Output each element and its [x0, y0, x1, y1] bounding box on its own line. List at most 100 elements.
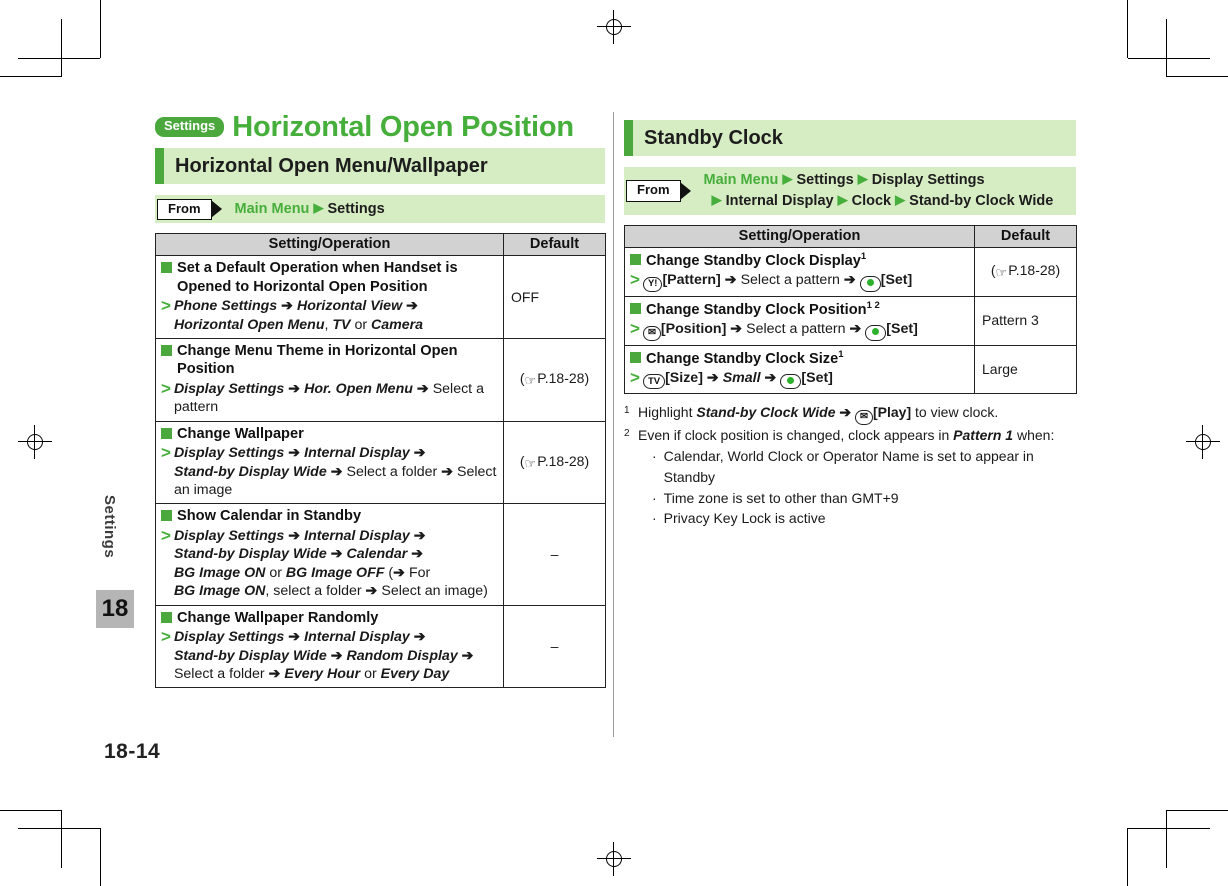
cell-default: – — [503, 503, 606, 606]
bullet-square-icon — [161, 510, 172, 522]
row-heading-text: Set a Default Operation when Handset is … — [177, 260, 458, 295]
row-heading-text: Change Wallpaper Randomly — [177, 609, 379, 626]
row-operation-text: ✉ [Position] ➔ Select a pattern ➔ [Set] — [642, 320, 969, 341]
left-column: Settings Horizontal Open Position Horizo… — [155, 111, 606, 689]
operation-marker-icon: > — [161, 525, 171, 545]
row-operation: > ✉ [Position] ➔ Select a pattern ➔ [Set] — [630, 320, 969, 341]
chevron-right-icon: ▶ — [837, 192, 848, 208]
crop-mark-bottom-left-inner-h — [18, 828, 100, 829]
row-operation: > Phone Settings ➔ Horizontal View ➔ Hori… — [161, 297, 498, 334]
row-heading: Change Menu Theme in Horizontal Open Pos… — [161, 342, 498, 379]
crop-mark-top-right-vertical — [1127, 0, 1128, 58]
from-path-main-menu: Main Menu — [234, 200, 310, 217]
right-spec-table: Setting/Operation Default Change Standby… — [624, 225, 1077, 395]
crop-mark-bottom-left-inner-v — [61, 810, 62, 868]
cell-default: (☞P.18-28) — [503, 420, 606, 505]
row-operation-text: Display Settings ➔ Internal Display ➔ Sta… — [173, 527, 488, 600]
table-header-row: Setting/Operation Default — [155, 233, 606, 257]
from-path-right: From Main Menu ▶ Settings ▶ Display Sett… — [624, 167, 1076, 216]
page-ref-hand-icon: ☞ — [524, 455, 537, 471]
from-badge: From — [626, 180, 691, 202]
footnote-ref: 1 — [860, 251, 867, 263]
cell-setting-operation: Change Standby Clock Display1 > Y! [Patte… — [624, 247, 975, 297]
table-header-row: Setting/Operation Default — [624, 225, 1077, 249]
row-operation: > Display Settings ➔ Internal Display ➔ S… — [161, 527, 498, 601]
crop-mark-bottom-left-vertical — [100, 828, 101, 886]
crop-mark-bottom-left-horizontal — [0, 810, 62, 811]
crop-mark-bottom-right-inner-v — [1166, 810, 1167, 868]
row-operation: > Display Settings ➔ Internal Display ➔ S… — [161, 444, 498, 499]
footnote-bullet: · Time zone is set to other than GMT+9 — [652, 488, 1076, 509]
section-header-standby-clock: Standby Clock — [624, 120, 1076, 156]
footnote-number: 1 — [624, 405, 630, 417]
from-arrow-icon — [679, 182, 691, 201]
bullet-square-icon — [161, 262, 172, 274]
footnote-bullet-text: Privacy Key Lock is active — [663, 510, 826, 527]
mail-key-icon: ✉ — [855, 409, 873, 425]
page-ref-text: P.18-28 — [537, 369, 585, 386]
crop-mark-top-left-inner-v — [61, 19, 62, 77]
bullet-square-icon — [161, 427, 172, 439]
row-operation-text: Display Settings ➔ Internal Display ➔ Sta… — [173, 629, 474, 682]
operation-marker-icon: > — [161, 627, 171, 647]
footnotes: 1 Highlight Stand-by Clock Wide ➔ ✉ [Play… — [624, 403, 1076, 529]
header-default: Default — [974, 225, 1077, 249]
cell-setting-operation: Change Standby Clock Size1 > TV [Size] ➔ … — [624, 344, 975, 395]
from-path-text: Main Menu ▶ Settings — [222, 199, 385, 220]
row-heading: Change Wallpaper — [161, 425, 498, 443]
footnote-ref: 1 2 — [866, 299, 880, 311]
table-row: Set a Default Operation when Handset is … — [155, 255, 606, 340]
registration-mark-left — [18, 425, 52, 459]
table-row: Change Standby Clock Display1 > Y! [Patte… — [624, 247, 1077, 297]
bullet-square-icon — [161, 611, 172, 623]
page-title: Horizontal Open Position — [232, 111, 574, 143]
bullet-square-icon — [630, 302, 641, 314]
footnote-2: 2 Even if clock position is changed, clo… — [624, 426, 1076, 446]
cell-setting-operation: Change Wallpaper Randomly > Display Sett… — [155, 604, 504, 689]
chevron-right-icon: ▶ — [782, 171, 793, 186]
footnote-bullet: · Calendar, World Clock or Operator Name… — [652, 446, 1076, 487]
footnote-bullet-text: Time zone is set to other than GMT+9 — [663, 489, 899, 506]
operation-marker-icon: > — [630, 367, 640, 387]
row-operation: > Y! [Pattern] ➔ Select a pattern ➔ [Set] — [630, 271, 969, 292]
footnote-text: Highlight Stand-by Clock Wide ➔ ✉ [Play] … — [638, 403, 998, 425]
row-heading-text: Change Standby Clock Display1 — [646, 251, 867, 269]
row-operation-text: TV [Size] ➔ Small ➔ [Set] — [642, 369, 969, 390]
operation-marker-icon: > — [161, 296, 171, 316]
row-heading-text: Change Standby Clock Size1 — [646, 348, 844, 367]
section-title: Horizontal Open Menu/Wallpaper — [175, 154, 488, 177]
operation-marker-icon: > — [630, 319, 640, 338]
crop-mark-top-left-horizontal — [0, 76, 62, 77]
crop-mark-top-left-inner-h — [18, 58, 100, 59]
cell-default: – — [503, 604, 606, 689]
column-divider — [613, 112, 614, 737]
from-path-main-menu: Main Menu — [703, 172, 779, 188]
from-label: From — [157, 198, 212, 221]
row-heading: Change Wallpaper Randomly — [161, 609, 498, 627]
cell-setting-operation: Set a Default Operation when Handset is … — [155, 255, 504, 340]
row-operation: > Display Settings ➔ Hor. Open Menu ➔ Se… — [161, 378, 498, 417]
cell-default: (☞P.18-28) — [974, 247, 1077, 297]
bullet-dot-icon: · — [652, 510, 657, 527]
row-operation-text: Y! [Pattern] ➔ Select a pattern ➔ [Set] — [642, 271, 969, 292]
crop-mark-top-right-horizontal — [1166, 76, 1228, 77]
footnote-1: 1 Highlight Stand-by Clock Wide ➔ ✉ [Play… — [624, 403, 1076, 425]
header-setting-operation: Setting/Operation — [624, 225, 975, 249]
from-path-settings: Settings — [327, 200, 385, 217]
page-ref-hand-icon: ☞ — [995, 264, 1008, 280]
chapter-badge: Settings — [155, 117, 225, 138]
cell-default: Pattern 3 — [974, 295, 1077, 346]
table-row: Change Wallpaper > Display Settings ➔ In… — [155, 420, 606, 505]
section-title: Standby Clock — [644, 126, 783, 149]
row-heading-text: Show Calendar in Standby — [177, 508, 362, 525]
operation-marker-icon: > — [161, 378, 171, 398]
row-operation-text: Display Settings ➔ Internal Display ➔ Sta… — [173, 445, 497, 499]
cell-setting-operation: Change Wallpaper > Display Settings ➔ In… — [155, 420, 504, 505]
chapter-number-tab: 18 — [96, 590, 134, 628]
page-ref-text: P.18-28 — [537, 452, 585, 469]
crop-mark-bottom-right-vertical — [1127, 828, 1128, 886]
table-row: Show Calendar in Standby > Display Setti… — [155, 503, 606, 606]
from-badge: From — [157, 198, 222, 221]
row-heading-text: Change Wallpaper — [177, 425, 304, 442]
chapter-side-label: Settings — [101, 495, 118, 559]
